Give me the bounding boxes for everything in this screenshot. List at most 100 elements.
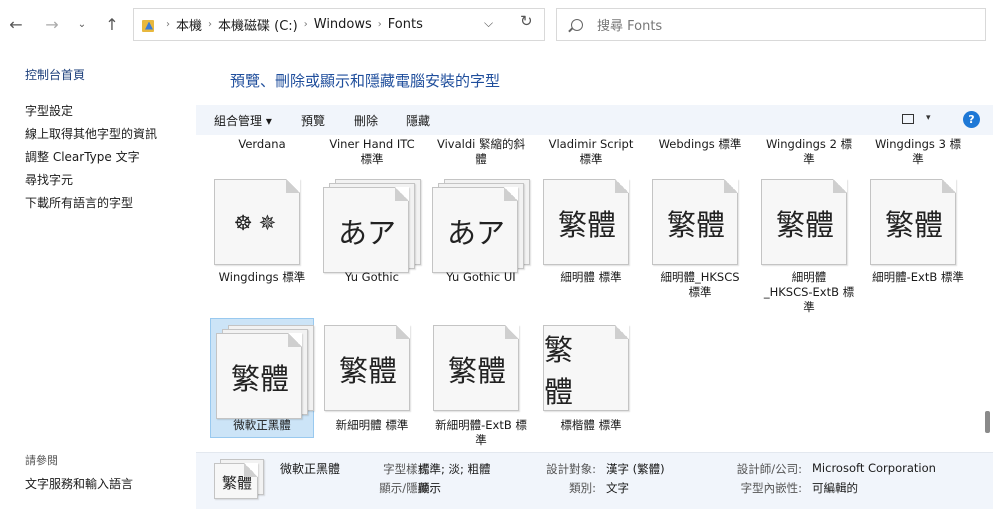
font-item-name-selected[interactable]: 微軟正黑體 [209,418,315,433]
find-character-link[interactable]: 尋找字元 [25,171,73,188]
font-preview-glyph: 繁體 [338,354,397,388]
font-item-name[interactable]: 細明體 標準 [538,270,644,285]
fonts-grid: Verdana Viner Hand ITC 標準 Vivaldi 緊縮的斜體 V… [196,135,986,450]
adjust-cleartype-link[interactable]: 調整 ClearType 文字 [25,148,140,165]
designer-label: 設計師/公司: [736,462,802,476]
font-name-line: 標準 [688,285,712,299]
font-file-icon[interactable]: 繁體 [870,179,966,271]
address-dropdown-chevron-icon[interactable]: ⌵ [484,16,493,31]
font-item-name[interactable]: 細明體 _HKSCS-ExtB 標準 [756,270,862,315]
font-item-name[interactable]: 細明體-ExtB 標準 [865,270,971,285]
breadcrumb-local-disk[interactable]: 本機磁碟 (C:) [218,15,298,34]
breadcrumb-separator-icon: › [166,19,170,30]
font-page-icon: 繁 體 [543,325,629,411]
show-hide-value: 顯示 [418,481,441,495]
font-file-icon[interactable]: 繁體 [433,325,529,417]
breadcrumb-windows[interactable]: Windows [314,17,372,32]
font-preview-glyph: 繁 體 [544,333,582,409]
search-box[interactable]: 搜尋 Fonts [556,8,986,41]
font-name-line: 細明體 [791,270,827,284]
font-file-icon[interactable]: 繁體 [652,179,748,271]
text-services-input-languages-link[interactable]: 文字服務和輸入語言 [25,475,133,492]
control-panel-home-link[interactable]: 控制台首頁 [25,66,85,83]
font-file-icon[interactable]: 繁體 [543,179,639,271]
font-preview-glyph: 繁體 [557,208,616,242]
font-page-icon: 繁體 [433,325,519,411]
font-preview-glyph: 繁體 [884,208,943,242]
font-item-name[interactable]: Viner Hand ITC 標準 [319,137,425,167]
get-more-fonts-online-link[interactable]: 線上取得其他字型的資訊 [25,125,157,142]
font-file-icon[interactable]: 繁 體 [543,325,639,417]
font-item-name[interactable]: 新細明體-ExtB 標準 [428,418,534,448]
font-item-name[interactable]: 標楷體 標準 [538,418,644,433]
search-placeholder: 搜尋 Fonts [597,19,663,34]
font-page-icon: ☸✵ [214,179,300,265]
font-family-icon[interactable]: 繁體 [216,325,314,425]
view-options-caret-icon[interactable]: ▾ [926,113,931,123]
vertical-scrollbar[interactable] [985,135,993,450]
help-icon[interactable]: ? [963,111,980,128]
up-arrow-icon[interactable]: ↑ [102,14,122,34]
font-file-icon[interactable]: 繁體 [324,325,420,417]
hide-button[interactable]: 隱藏 [406,112,430,129]
page-title: 預覽、刪除或顯示和隱藏電腦安裝的字型 [230,72,501,90]
font-item-name[interactable]: Wingdings 3 標準 [865,137,971,167]
category-value: 文字 [606,481,629,495]
scrollbar-thumb[interactable] [985,411,990,433]
font-preview-glyph: あア [446,216,505,250]
breadcrumb-fonts[interactable]: Fonts [388,17,423,32]
organize-menu-button[interactable]: 組合管理 ▾ [214,112,272,129]
refresh-icon[interactable]: ↻ [520,12,533,30]
embeddability-value: 可編輯的 [812,481,858,495]
font-preview-glyph: 繁體 [230,362,289,396]
download-all-language-fonts-link[interactable]: 下載所有語言的字型 [25,194,133,211]
see-also-heading: 請參閱 [25,454,58,467]
font-item-name[interactable]: Webdings 標準 [647,137,753,152]
breadcrumb-this-pc[interactable]: 本機 [176,15,202,34]
font-item-name[interactable]: Wingdings 標準 [209,270,315,285]
font-page-icon: 繁體 [216,333,302,419]
command-bar: 組合管理 ▾ 預覽 刪除 隱藏 ▾ ? [196,105,993,135]
font-file-icon[interactable]: 繁體 [761,179,857,271]
embeddability-label: 字型內嵌性: [740,481,802,495]
designed-for-value: 漢字 (繁體) [606,462,665,476]
font-item-name[interactable]: 新細明體 標準 [319,418,425,433]
font-item-name[interactable]: Yu Gothic UI [428,270,534,285]
forward-arrow-icon[interactable]: → [42,14,62,34]
font-item-name[interactable]: 細明體_HKSCS 標準 [647,270,753,300]
font-name-line: 體 [475,152,487,166]
font-name-line: Wingdings 2 標 [765,137,853,151]
font-item-name[interactable]: Wingdings 2 標準 [756,137,862,167]
font-name-line: 標準 [579,152,603,166]
font-family-icon[interactable]: あア [432,179,530,279]
font-page-icon: 繁體 [543,179,629,265]
font-name-line: Vivaldi 緊縮的斜 [436,137,525,151]
font-settings-link[interactable]: 字型設定 [25,102,73,119]
font-family-icon[interactable]: あア [323,179,421,279]
font-item-name[interactable]: Yu Gothic [319,270,425,285]
font-name-line: 準 [912,152,924,166]
font-name-line: 微軟正黑體 [233,418,291,432]
font-page-icon: あア [432,187,518,273]
selected-font-name: 微軟正黑體 [280,462,341,476]
recent-locations-chevron-icon[interactable]: ⌄ [72,14,92,34]
font-preview-glyph: ☸✵ [233,211,283,235]
font-name-line: Yu Gothic [345,270,399,284]
selected-font-icon: 繁體 [214,459,264,503]
change-view-icon[interactable] [902,114,914,124]
font-name-line: 細明體 標準 [560,270,622,284]
breadcrumb-separator-icon: › [303,19,308,30]
font-item-name[interactable]: Vladimir Script 標準 [538,137,644,167]
font-name-line: 準 [475,433,487,447]
font-item-name[interactable]: Verdana [209,137,315,152]
preview-button[interactable]: 預覽 [301,112,325,129]
font-name-line: 準 [803,300,815,314]
address-row: ← → ⌄ ↑ › 本機 › 本機磁碟 (C:) › Windows › Fon… [0,0,993,50]
font-item-name[interactable]: Vivaldi 緊縮的斜體 [428,137,534,167]
back-arrow-icon[interactable]: ← [6,14,26,34]
designed-for-label: 設計對象: [546,462,596,476]
delete-button[interactable]: 刪除 [354,112,378,129]
font-name-line: Vladimir Script [548,137,634,151]
font-page-icon: 繁體 [761,179,847,265]
font-file-icon[interactable]: ☸✵ [214,179,310,271]
